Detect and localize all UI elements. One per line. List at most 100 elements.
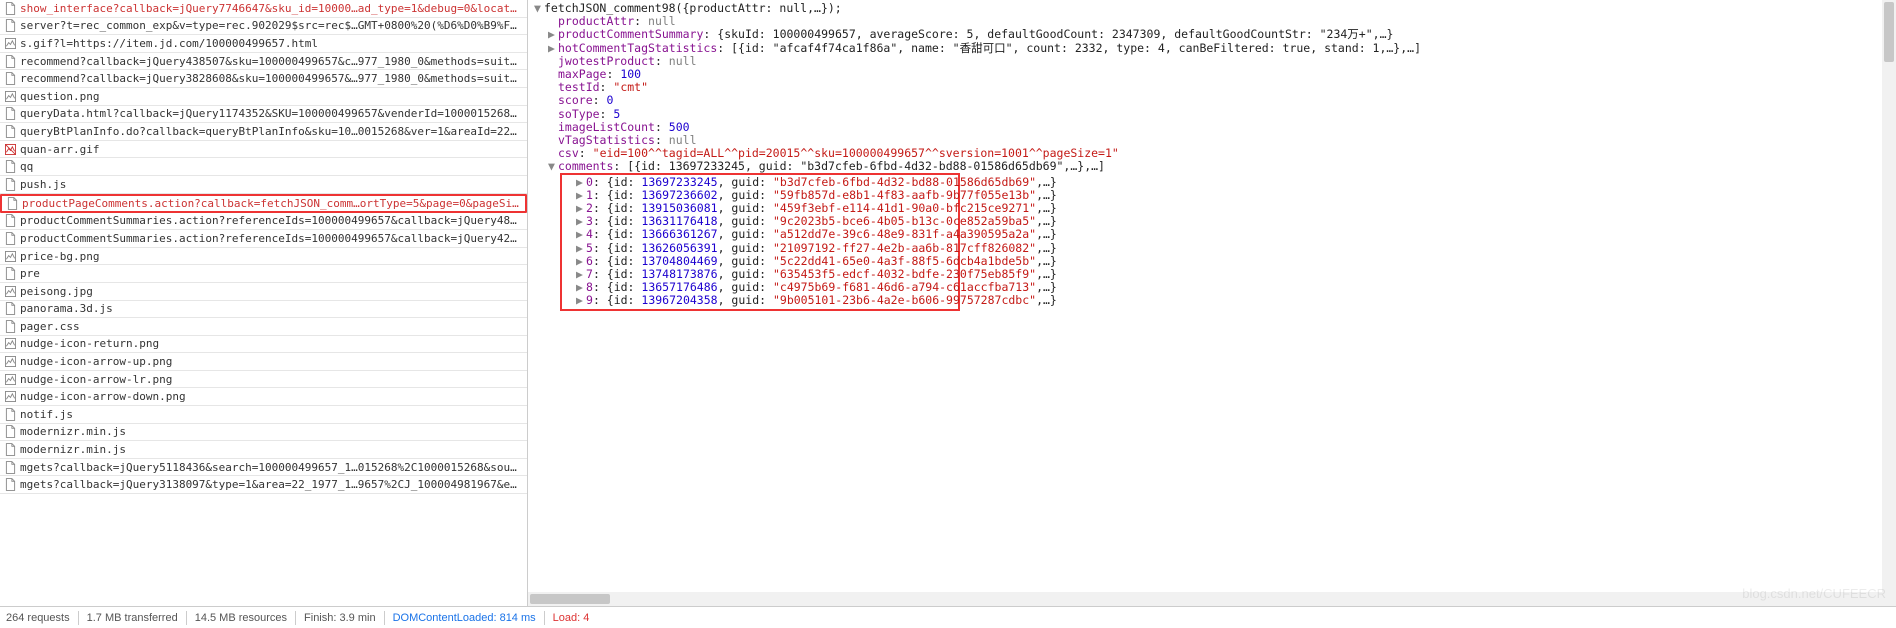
request-name: pager.css xyxy=(20,320,80,333)
network-row[interactable]: push.js xyxy=(0,176,527,194)
network-row[interactable]: show_interface?callback=jQuery7746647&sk… xyxy=(0,0,527,18)
request-name: nudge-icon-arrow-down.png xyxy=(20,390,186,403)
request-name: mgets?callback=jQuery5118436&search=1000… xyxy=(20,461,523,474)
network-row[interactable]: recommend?callback=jQuery3828608&sku=100… xyxy=(0,70,527,88)
request-name: nudge-icon-arrow-up.png xyxy=(20,355,172,368)
status-resources: 14.5 MB resources xyxy=(195,612,287,624)
network-row[interactable]: recommend?callback=jQuery438507&sku=1000… xyxy=(0,53,527,71)
network-row[interactable]: qq xyxy=(0,158,527,176)
tree-row: score: 0 xyxy=(534,94,1890,107)
network-row[interactable]: nudge-icon-arrow-down.png xyxy=(0,388,527,406)
file-icon xyxy=(4,391,16,403)
network-row[interactable]: queryData.html?callback=jQuery1174352&SK… xyxy=(0,106,527,124)
file-icon xyxy=(4,461,16,473)
network-row[interactable]: productCommentSummaries.action?reference… xyxy=(0,213,527,231)
tree-row: testId: "cmt" xyxy=(534,81,1890,94)
file-icon xyxy=(4,268,16,280)
file-icon xyxy=(4,373,16,385)
network-row[interactable]: nudge-icon-arrow-up.png xyxy=(0,353,527,371)
request-name: productCommentSummaries.action?reference… xyxy=(20,232,523,245)
request-name: question.png xyxy=(20,90,99,103)
status-finish: Finish: 3.9 min xyxy=(304,612,376,624)
file-icon xyxy=(4,285,16,297)
request-name: show_interface?callback=jQuery7746647&sk… xyxy=(20,2,523,15)
request-name: mgets?callback=jQuery3138097&type=1&area… xyxy=(20,478,523,491)
file-icon xyxy=(4,55,16,67)
expand-icon[interactable]: ▶ xyxy=(576,294,586,307)
file-icon xyxy=(4,426,16,438)
network-row[interactable]: nudge-icon-arrow-lr.png xyxy=(0,371,527,389)
request-name: price-bg.png xyxy=(20,250,99,263)
expand-icon[interactable]: ▶ xyxy=(548,28,558,41)
tree-row: maxPage: 100 xyxy=(534,68,1890,81)
file-icon xyxy=(4,90,16,102)
request-name: panorama.3d.js xyxy=(20,302,113,315)
tree-row[interactable]: ▼fetchJSON_comment98({productAttr: null,… xyxy=(534,2,1890,15)
file-icon xyxy=(4,73,16,85)
file-icon xyxy=(6,197,18,209)
network-row[interactable]: notif.js xyxy=(0,406,527,424)
request-name: productCommentSummaries.action?reference… xyxy=(20,214,523,227)
tree-row[interactable]: ▶hotCommentTagStatistics: [{id: "afcaf4f… xyxy=(534,42,1890,55)
network-row[interactable]: quan-arr.gif xyxy=(0,141,527,159)
file-icon xyxy=(4,303,16,315)
status-transferred: 1.7 MB transferred xyxy=(87,612,178,624)
network-row[interactable]: question.png xyxy=(0,88,527,106)
file-icon xyxy=(4,320,16,332)
file-icon xyxy=(4,232,16,244)
comments-array-box: ▶0: {id: 13697233245, guid: "b3d7cfeb-6f… xyxy=(560,173,960,311)
status-domcontentloaded: DOMContentLoaded: 814 ms xyxy=(393,612,536,624)
expand-icon[interactable]: ▼ xyxy=(534,2,544,15)
network-row[interactable]: nudge-icon-return.png xyxy=(0,336,527,354)
network-row[interactable]: modernizr.min.js xyxy=(0,441,527,459)
network-row[interactable]: price-bg.png xyxy=(0,248,527,266)
file-icon xyxy=(4,250,16,262)
network-row[interactable]: mgets?callback=jQuery5118436&search=1000… xyxy=(0,459,527,477)
network-row[interactable]: productCommentSummaries.action?reference… xyxy=(0,230,527,248)
file-icon xyxy=(4,215,16,227)
network-request-list[interactable]: show_interface?callback=jQuery7746647&sk… xyxy=(0,0,527,606)
tree-row[interactable]: ▼comments: [{id: 13697233245, guid: "b3d… xyxy=(534,160,1890,173)
scroll-thumb-h[interactable] xyxy=(530,594,610,604)
tree-row: jwotestProduct: null xyxy=(534,55,1890,68)
request-name: quan-arr.gif xyxy=(20,143,99,156)
request-name: modernizr.min.js xyxy=(20,425,126,438)
expand-icon[interactable]: ▶ xyxy=(576,176,586,189)
file-icon xyxy=(4,108,16,120)
network-panel: show_interface?callback=jQuery7746647&sk… xyxy=(0,0,528,606)
network-row[interactable]: productPageComments.action?callback=fetc… xyxy=(0,194,527,213)
network-row[interactable]: pager.css xyxy=(0,318,527,336)
network-row[interactable]: modernizr.min.js xyxy=(0,424,527,442)
network-row[interactable]: queryBtPlanInfo.do?callback=queryBtPlanI… xyxy=(0,123,527,141)
network-row[interactable]: server?t=rec_common_exp&v=type=rec.90202… xyxy=(0,18,527,36)
expand-icon[interactable]: ▶ xyxy=(576,242,586,255)
network-row[interactable]: pre xyxy=(0,265,527,283)
expand-icon[interactable]: ▶ xyxy=(576,228,586,241)
expand-icon[interactable]: ▼ xyxy=(548,160,558,173)
network-row[interactable]: mgets?callback=jQuery3138097&type=1&area… xyxy=(0,476,527,494)
request-name: nudge-icon-arrow-lr.png xyxy=(20,373,172,386)
request-name: pre xyxy=(20,267,40,280)
scrollbar-vertical[interactable] xyxy=(1882,0,1896,606)
json-tree[interactable]: ▼fetchJSON_comment98({productAttr: null,… xyxy=(534,2,1890,311)
file-icon xyxy=(4,143,16,155)
network-row[interactable]: s.gif?l=https://item.jd.com/100000499657… xyxy=(0,35,527,53)
network-row[interactable]: panorama.3d.js xyxy=(0,301,527,319)
request-name: modernizr.min.js xyxy=(20,443,126,456)
scrollbar-horizontal[interactable] xyxy=(528,592,1882,606)
request-name: nudge-icon-return.png xyxy=(20,337,159,350)
request-name: peisong.jpg xyxy=(20,285,93,298)
request-name: s.gif?l=https://item.jd.com/100000499657… xyxy=(20,37,318,50)
file-icon xyxy=(4,479,16,491)
scroll-thumb-v[interactable] xyxy=(1884,2,1894,62)
tree-row: soType: 5 xyxy=(534,108,1890,121)
file-icon xyxy=(4,37,16,49)
request-name: server?t=rec_common_exp&v=type=rec.90202… xyxy=(20,19,523,32)
request-name: productPageComments.action?callback=fetc… xyxy=(22,197,521,210)
comment-item[interactable]: ▶9: {id: 13967204358, guid: "9b005101-23… xyxy=(576,294,956,307)
request-name: recommend?callback=jQuery438507&sku=1000… xyxy=(20,55,523,68)
expand-icon[interactable]: ▶ xyxy=(548,42,558,55)
network-row[interactable]: peisong.jpg xyxy=(0,283,527,301)
status-requests: 264 requests xyxy=(6,612,70,624)
file-icon xyxy=(4,356,16,368)
